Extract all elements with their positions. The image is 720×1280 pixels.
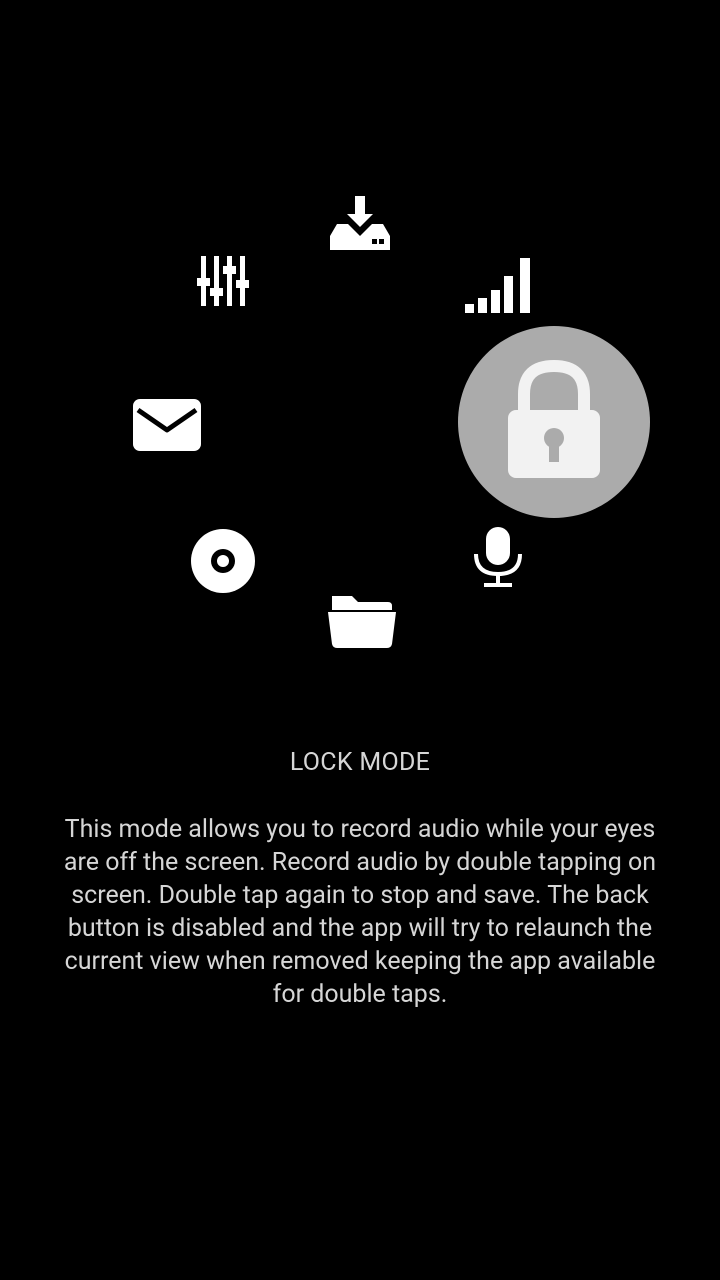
mode-description: This mode allows you to record audio whi… <box>63 815 657 1009</box>
signal-bars-icon[interactable] <box>464 256 534 314</box>
mode-title: LOCK MODE <box>289 748 431 777</box>
disc-icon[interactable] <box>190 528 256 594</box>
equalizer-sliders-icon[interactable] <box>196 254 250 308</box>
microphone-icon[interactable] <box>470 526 526 590</box>
lock-icon <box>508 360 600 478</box>
mail-icon[interactable] <box>132 396 202 454</box>
folder-icon[interactable] <box>326 592 398 650</box>
download-icon[interactable] <box>328 194 392 252</box>
lock-mode-selected-button[interactable] <box>458 326 650 518</box>
